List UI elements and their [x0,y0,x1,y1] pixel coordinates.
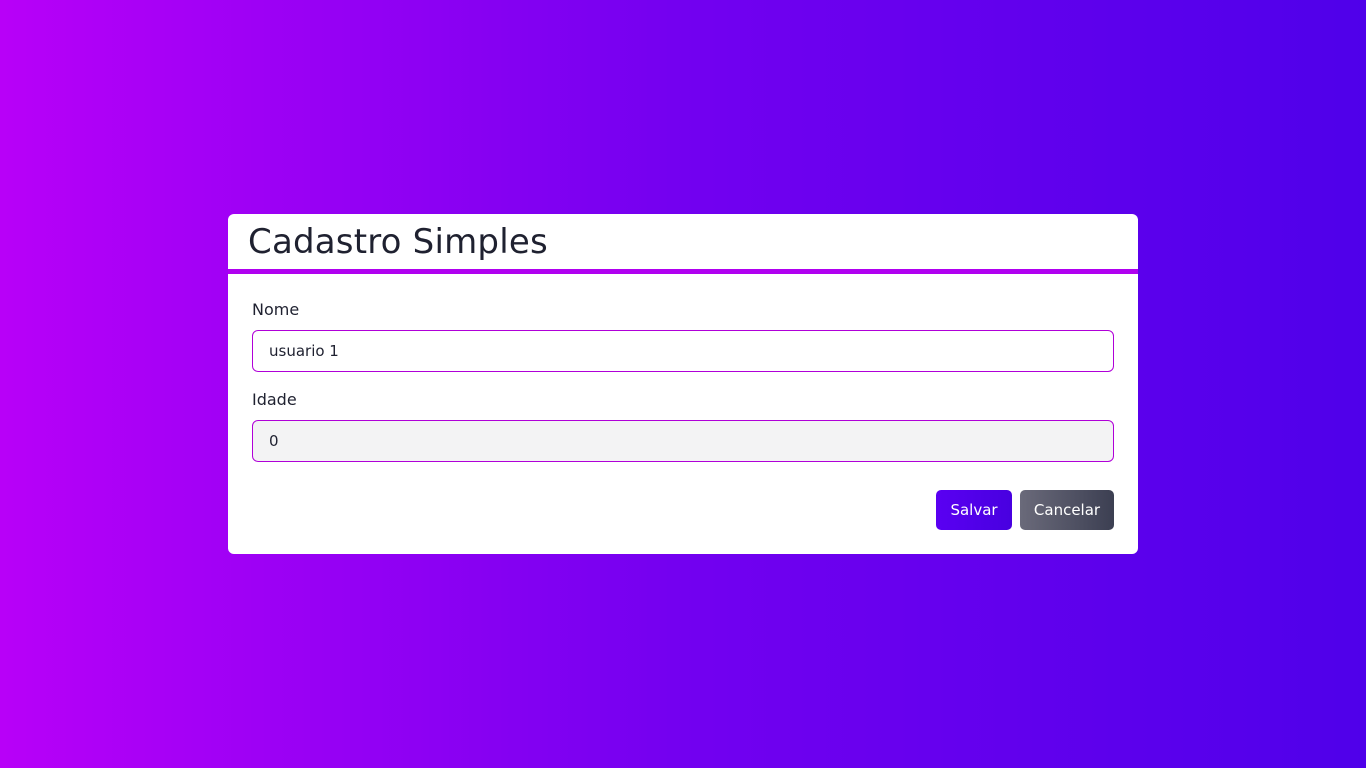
registration-card: Cadastro Simples Nome Idade Salvar Cance… [228,214,1138,554]
save-button[interactable]: Salvar [936,490,1012,530]
idade-input[interactable] [252,420,1114,462]
page-title: Cadastro Simples [248,222,548,262]
nome-label: Nome [252,300,300,319]
idade-label: Idade [252,390,297,409]
nome-input[interactable] [252,330,1114,372]
card-header: Cadastro Simples [228,214,1138,274]
cancel-button[interactable]: Cancelar [1020,490,1114,530]
